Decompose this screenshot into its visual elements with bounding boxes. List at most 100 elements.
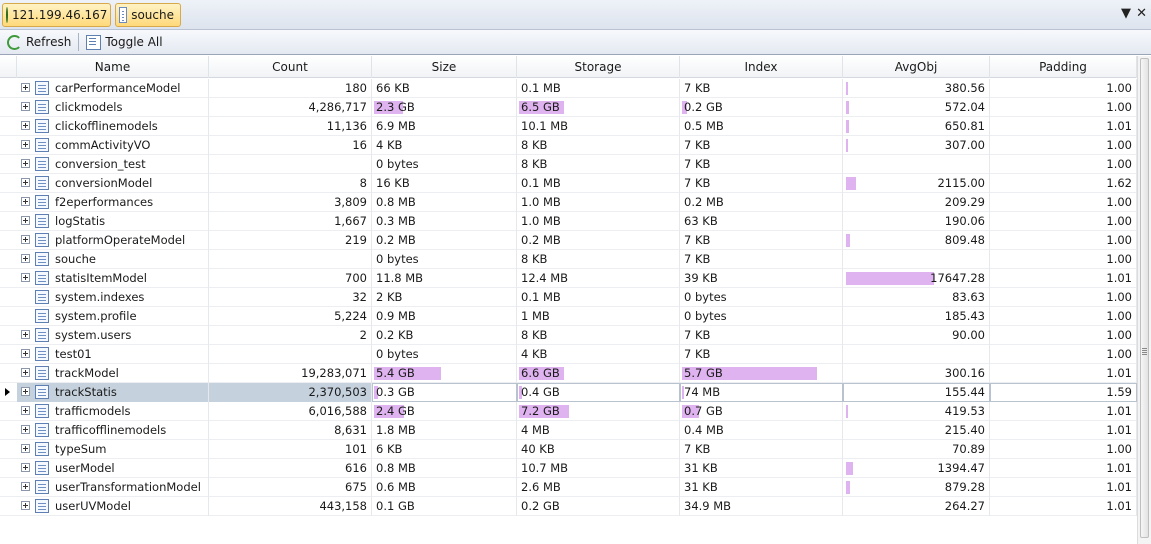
- cell-size: 0 bytes: [372, 345, 517, 364]
- cell-name[interactable]: typeSum: [17, 440, 209, 459]
- table-row[interactable]: conversion_test 0 bytes 8 KB 7 KB 1.00: [0, 155, 1137, 174]
- cell-storage-text: 8 KB: [521, 138, 548, 152]
- cell-name[interactable]: userTransformationModel: [17, 478, 209, 497]
- close-icon[interactable]: ✕: [1136, 6, 1147, 22]
- cell-name[interactable]: clickofflinemodels: [17, 117, 209, 136]
- table-row[interactable]: trafficofflinemodels 8,631 1.8 MB 4 MB 0.4 M…: [0, 421, 1137, 440]
- cell-index: 39 KB: [680, 269, 843, 288]
- expand-icon[interactable]: [21, 83, 30, 92]
- cell-name[interactable]: conversion_test: [17, 155, 209, 174]
- expand-icon[interactable]: [21, 197, 30, 206]
- cell-count: 5,224: [209, 307, 372, 326]
- collection-icon: [35, 328, 49, 342]
- cell-size: 5.4 GB: [372, 364, 517, 383]
- expand-icon[interactable]: [21, 102, 30, 111]
- cell-name[interactable]: system.indexes: [17, 288, 209, 307]
- header-count[interactable]: Count: [209, 56, 372, 78]
- cell-name[interactable]: souche: [17, 250, 209, 269]
- table-row[interactable]: clickofflinemodels 11,136 6.9 MB 10.1 MB 0.5…: [0, 117, 1137, 136]
- table-row[interactable]: commActivityVO 16 4 KB 8 KB 7 KB 307.00 1.00: [0, 136, 1137, 155]
- toggle-all-button[interactable]: Toggle All: [82, 32, 166, 53]
- table-row[interactable]: userTransformationModel 675 0.6 MB 2.6 MB 31…: [0, 478, 1137, 497]
- cell-name[interactable]: commActivityVO: [17, 136, 209, 155]
- chevron-down-icon[interactable]: ▼: [1121, 6, 1131, 22]
- cell-name[interactable]: f2eperformances: [17, 193, 209, 212]
- header-size[interactable]: Size: [372, 56, 517, 78]
- table-row[interactable]: clickmodels 4,286,717 2.3 GB 6.5 GB 0.2 GB 57…: [0, 98, 1137, 117]
- cell-size-text: 0.3 GB: [376, 385, 415, 399]
- expand-icon[interactable]: [21, 368, 30, 377]
- table-row[interactable]: test01 0 bytes 4 KB 7 KB 1.00: [0, 345, 1137, 364]
- cell-avgobj-text: 70.89: [952, 442, 985, 456]
- table-row[interactable]: conversionModel 8 16 KB 0.1 MB 7 KB 2115.00 1.…: [0, 174, 1137, 193]
- expand-icon[interactable]: [21, 273, 30, 282]
- expand-icon[interactable]: [21, 178, 30, 187]
- header-storage[interactable]: Storage: [517, 56, 680, 78]
- expand-icon[interactable]: [21, 121, 30, 130]
- cell-name[interactable]: system.users: [17, 326, 209, 345]
- table-row[interactable]: trafficmodels 6,016,588 2.4 GB 7.2 GB 0.7 GB…: [0, 402, 1137, 421]
- cell-avgobj-text: 1394.47: [937, 461, 985, 475]
- scrollbar-grip: [1142, 348, 1147, 349]
- table-row[interactable]: system.profile 5,224 0.9 MB 1 MB 0 bytes 185.…: [0, 307, 1137, 326]
- table-row[interactable]: platformOperateModel 219 0.2 MB 0.2 MB 7 KB 8…: [0, 231, 1137, 250]
- expand-icon[interactable]: [21, 444, 30, 453]
- cell-avgobj-text: 572.04: [944, 100, 985, 114]
- expand-icon[interactable]: [21, 387, 30, 396]
- cell-name[interactable]: trackModel: [17, 364, 209, 383]
- expand-icon[interactable]: [21, 463, 30, 472]
- cell-avgobj: 879.28: [843, 478, 990, 497]
- cell-name[interactable]: trackStatis: [17, 383, 209, 402]
- cell-name[interactable]: trafficofflinemodels: [17, 421, 209, 440]
- cell-index: 7 KB: [680, 231, 843, 250]
- table-row[interactable]: typeSum 101 6 KB 40 KB 7 KB 70.89 1.00: [0, 440, 1137, 459]
- table-row[interactable]: trackModel 19,283,071 5.4 GB 6.6 GB 5.7 GB 30…: [0, 364, 1137, 383]
- header-avgobj[interactable]: AvgObj: [843, 56, 990, 78]
- expand-icon[interactable]: [21, 216, 30, 225]
- cell-name[interactable]: platformOperateModel: [17, 231, 209, 250]
- table-row[interactable]: souche 0 bytes 8 KB 7 KB 1.00: [0, 250, 1137, 269]
- cell-index: 7 KB: [680, 345, 843, 364]
- table-row[interactable]: system.indexes 32 2 KB 0.1 MB 0 bytes 83.63 1.…: [0, 288, 1137, 307]
- tab-database[interactable]: souche: [115, 3, 181, 27]
- cell-name[interactable]: statisItemModel: [17, 269, 209, 288]
- cell-name[interactable]: system.profile: [17, 307, 209, 326]
- vertical-scrollbar[interactable]: [1137, 56, 1151, 544]
- expand-icon[interactable]: [21, 159, 30, 168]
- cell-index: 31 KB: [680, 459, 843, 478]
- cell-name[interactable]: userModel: [17, 459, 209, 478]
- refresh-button[interactable]: Refresh: [3, 32, 75, 53]
- cell-name[interactable]: trafficmodels: [17, 402, 209, 421]
- expand-icon[interactable]: [21, 330, 30, 339]
- expand-icon[interactable]: [21, 406, 30, 415]
- expand-icon[interactable]: [21, 140, 30, 149]
- table-row[interactable]: trackStatis 2,370,503 0.3 GB 0.4 GB 74 MB 155…: [0, 383, 1137, 402]
- expand-icon[interactable]: [21, 425, 30, 434]
- cell-name[interactable]: conversionModel: [17, 174, 209, 193]
- header-index[interactable]: Index: [680, 56, 843, 78]
- cell-name[interactable]: logStatis: [17, 212, 209, 231]
- cell-name[interactable]: test01: [17, 345, 209, 364]
- cell-size-text: 4 KB: [376, 138, 403, 152]
- expand-icon[interactable]: [21, 254, 30, 263]
- expand-icon[interactable]: [21, 349, 30, 358]
- cell-name[interactable]: carPerformanceModel: [17, 79, 209, 98]
- table-row[interactable]: f2eperformances 3,809 0.8 MB 1.0 MB 0.2 MB 20…: [0, 193, 1137, 212]
- header-name[interactable]: Name: [17, 56, 209, 78]
- header-padding[interactable]: Padding: [990, 56, 1137, 78]
- cell-padding-text: 1.00: [1106, 309, 1132, 323]
- expand-icon[interactable]: [21, 235, 30, 244]
- table-row[interactable]: system.users 2 0.2 KB 8 KB 7 KB 90.00 1.00: [0, 326, 1137, 345]
- tab-server[interactable]: 121.199.46.167: [2, 3, 111, 27]
- cell-storage: 1 MB: [517, 307, 680, 326]
- table-row[interactable]: userUVModel 443,158 0.1 GB 0.2 GB 34.9 MB 264…: [0, 497, 1137, 516]
- table-row[interactable]: statisItemModel 700 11.8 MB 12.4 MB 39 KB 176…: [0, 269, 1137, 288]
- table-row[interactable]: carPerformanceModel 180 66 KB 0.1 MB 7 KB 380…: [0, 79, 1137, 98]
- cell-name[interactable]: userUVModel: [17, 497, 209, 516]
- table-row[interactable]: logStatis 1,667 0.3 MB 1.0 MB 63 KB 190.06 1.0…: [0, 212, 1137, 231]
- table-row[interactable]: userModel 616 0.8 MB 10.7 MB 31 KB 1394.47 1.0…: [0, 459, 1137, 478]
- cell-name[interactable]: clickmodels: [17, 98, 209, 117]
- expand-icon[interactable]: [21, 482, 30, 491]
- scrollbar-thumb[interactable]: [1140, 58, 1149, 538]
- expand-icon[interactable]: [21, 501, 30, 510]
